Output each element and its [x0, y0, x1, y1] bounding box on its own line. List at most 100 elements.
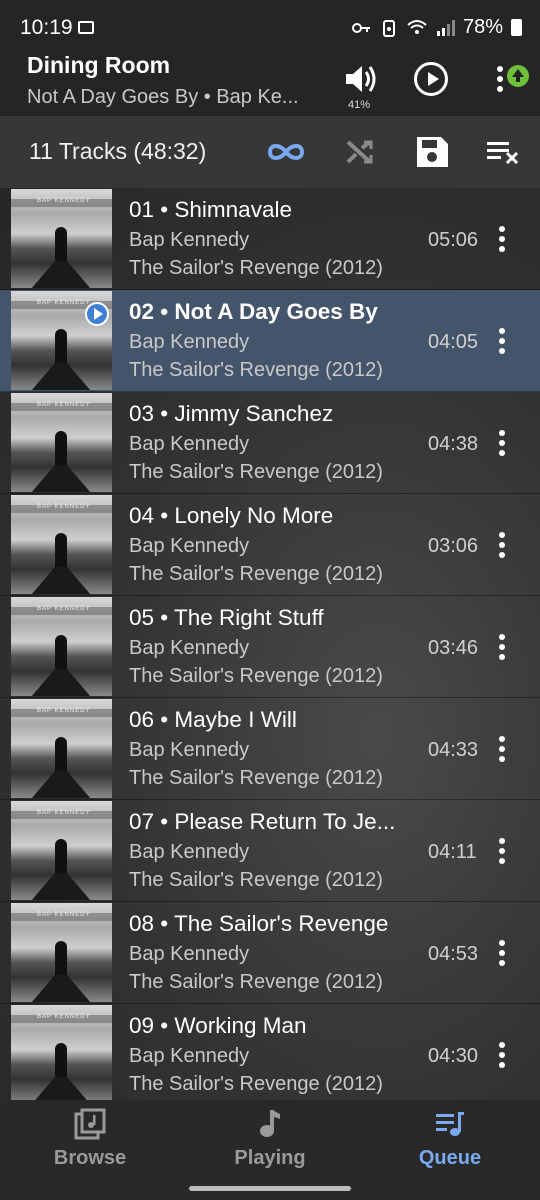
track-title: 05 • The Right Stuff	[129, 605, 324, 630]
track-artist: Bap Kennedy	[129, 433, 250, 455]
queue-toolbar: 11 Tracks (48:32)	[0, 116, 540, 188]
track-artist: Bap Kennedy	[129, 739, 250, 761]
track-title: 04 • Lonely No More	[129, 503, 334, 528]
volume-icon[interactable]	[340, 58, 382, 100]
track-duration: 04:11	[428, 841, 477, 863]
play-button[interactable]	[414, 62, 448, 96]
track-artist: Bap Kennedy	[129, 841, 250, 863]
album-art: BAP KENNEDY	[11, 291, 112, 390]
track-more-icon[interactable]	[497, 838, 507, 866]
track-artist: Bap Kennedy	[129, 637, 250, 659]
track-artist: Bap Kennedy	[129, 1045, 250, 1067]
bottom-navigation: Browse Playing Queue	[0, 1100, 540, 1200]
track-more-icon[interactable]	[497, 226, 507, 254]
battery-saver-icon	[382, 19, 395, 37]
room-title[interactable]: Dining Room	[27, 52, 170, 79]
album-art: BAP KENNEDY	[11, 1005, 112, 1100]
clear-queue-icon[interactable]	[484, 134, 524, 170]
track-summary: 11 Tracks (48:32)	[29, 138, 207, 164]
nav-browse-label: Browse	[53, 1147, 127, 1169]
album-art: BAP KENNEDY	[11, 495, 112, 594]
track-more-icon[interactable]	[497, 532, 507, 560]
track-title: 03 • Jimmy Sanchez	[129, 401, 334, 426]
track-more-icon[interactable]	[497, 940, 507, 968]
vpn-key-icon	[351, 22, 370, 33]
album-art: BAP KENNEDY	[11, 597, 112, 696]
status-bar: 10:19 78%	[0, 0, 540, 52]
track-more-icon[interactable]	[497, 430, 507, 458]
now-playing-subtitle: Not A Day Goes By • Bap Ke...	[27, 86, 299, 108]
track-artist: Bap Kennedy	[129, 331, 250, 353]
nav-playing-label: Playing	[234, 1147, 306, 1169]
track-duration: 04:30	[428, 1045, 479, 1067]
queue-row[interactable]: BAP KENNEDY 08 • The Sailor's Revenge Ba…	[0, 902, 540, 1004]
signal-icon	[436, 19, 455, 36]
queue-row[interactable]: BAP KENNEDY 03 • Jimmy Sanchez Bap Kenne…	[0, 392, 540, 494]
track-album: The Sailor's Revenge (2012)	[129, 971, 383, 993]
player-header: Dining Room Not A Day Goes By • Bap Ke..…	[0, 52, 540, 116]
shuffle-icon[interactable]	[340, 134, 380, 170]
track-title: 07 • Please Return To Je...	[129, 809, 396, 834]
track-album: The Sailor's Revenge (2012)	[129, 257, 383, 279]
track-album: The Sailor's Revenge (2012)	[129, 767, 383, 789]
battery-icon	[511, 19, 522, 36]
track-album: The Sailor's Revenge (2012)	[129, 869, 383, 891]
track-duration: 04:05	[428, 331, 479, 353]
nav-browse[interactable]: Browse	[0, 1100, 180, 1200]
now-playing-icon	[85, 302, 109, 326]
status-time: 10:19	[20, 16, 73, 39]
queue-row[interactable]: BAP KENNEDY 04 • Lonely No More Bap Kenn…	[0, 494, 540, 596]
track-album: The Sailor's Revenge (2012)	[129, 665, 383, 687]
album-art: BAP KENNEDY	[11, 699, 112, 798]
queue-music-icon	[436, 1112, 464, 1136]
queue-row[interactable]: BAP KENNEDY 06 • Maybe I Will Bap Kenned…	[0, 698, 540, 800]
update-available-icon	[507, 65, 529, 87]
track-more-icon[interactable]	[497, 634, 507, 662]
track-title: 01 • Shimnavale	[129, 197, 292, 222]
track-title: 06 • Maybe I Will	[129, 707, 297, 732]
save-icon[interactable]	[412, 134, 452, 170]
album-art: BAP KENNEDY	[11, 393, 112, 492]
queue-row[interactable]: BAP KENNEDY 05 • The Right Stuff Bap Ken…	[0, 596, 540, 698]
nav-playing[interactable]: Playing	[180, 1100, 360, 1200]
nav-queue[interactable]: Queue	[360, 1100, 540, 1200]
music-note-icon	[260, 1110, 280, 1137]
queue-row[interactable]: BAP KENNEDY 07 • Please Return To Je... …	[0, 800, 540, 902]
browse-library-icon	[74, 1108, 106, 1140]
track-more-icon[interactable]	[497, 736, 507, 764]
track-more-icon[interactable]	[497, 1042, 507, 1070]
nav-queue-label: Queue	[418, 1147, 482, 1169]
track-title: 09 • Working Man	[129, 1013, 307, 1038]
track-duration: 04:53	[428, 943, 479, 965]
album-art: BAP KENNEDY	[11, 903, 112, 1002]
track-artist: Bap Kennedy	[129, 535, 250, 557]
track-album: The Sailor's Revenge (2012)	[129, 359, 383, 381]
track-title: 02 • Not A Day Goes By	[129, 299, 378, 324]
queue-row-now-playing[interactable]: BAP KENNEDY 02 • Not A Day Goes By Bap K…	[0, 290, 540, 392]
track-album: The Sailor's Revenge (2012)	[129, 563, 383, 585]
track-artist: Bap Kennedy	[129, 943, 250, 965]
album-art: BAP KENNEDY	[11, 801, 112, 900]
repeat-icon[interactable]	[266, 134, 306, 170]
more-options-icon[interactable]	[497, 66, 505, 96]
queue-row[interactable]: BAP KENNEDY 01 • Shimnavale Bap Kennedy …	[0, 188, 540, 290]
wifi-icon	[407, 19, 427, 34]
track-duration: 04:38	[428, 433, 479, 455]
track-album: The Sailor's Revenge (2012)	[129, 461, 383, 483]
queue-list: BAP KENNEDY 01 • Shimnavale Bap Kennedy …	[0, 188, 540, 1100]
track-more-icon[interactable]	[497, 328, 507, 356]
track-duration: 03:06	[428, 535, 479, 557]
status-icons: 78%	[351, 16, 522, 39]
track-title: 08 • The Sailor's Revenge	[129, 911, 389, 936]
track-artist: Bap Kennedy	[129, 229, 250, 251]
queue-row[interactable]: BAP KENNEDY 09 • Working Man Bap Kennedy…	[0, 1004, 540, 1100]
track-album: The Sailor's Revenge (2012)	[129, 1073, 383, 1095]
album-art: BAP KENNEDY	[11, 189, 112, 288]
track-duration: 03:46	[428, 637, 479, 659]
battery-percent: 78%	[462, 16, 503, 38]
track-duration: 04:33	[428, 739, 479, 761]
image-notification-icon	[78, 21, 94, 34]
home-indicator[interactable]	[189, 1186, 351, 1191]
volume-percent: 41%	[348, 99, 371, 111]
track-duration: 05:06	[428, 229, 479, 251]
